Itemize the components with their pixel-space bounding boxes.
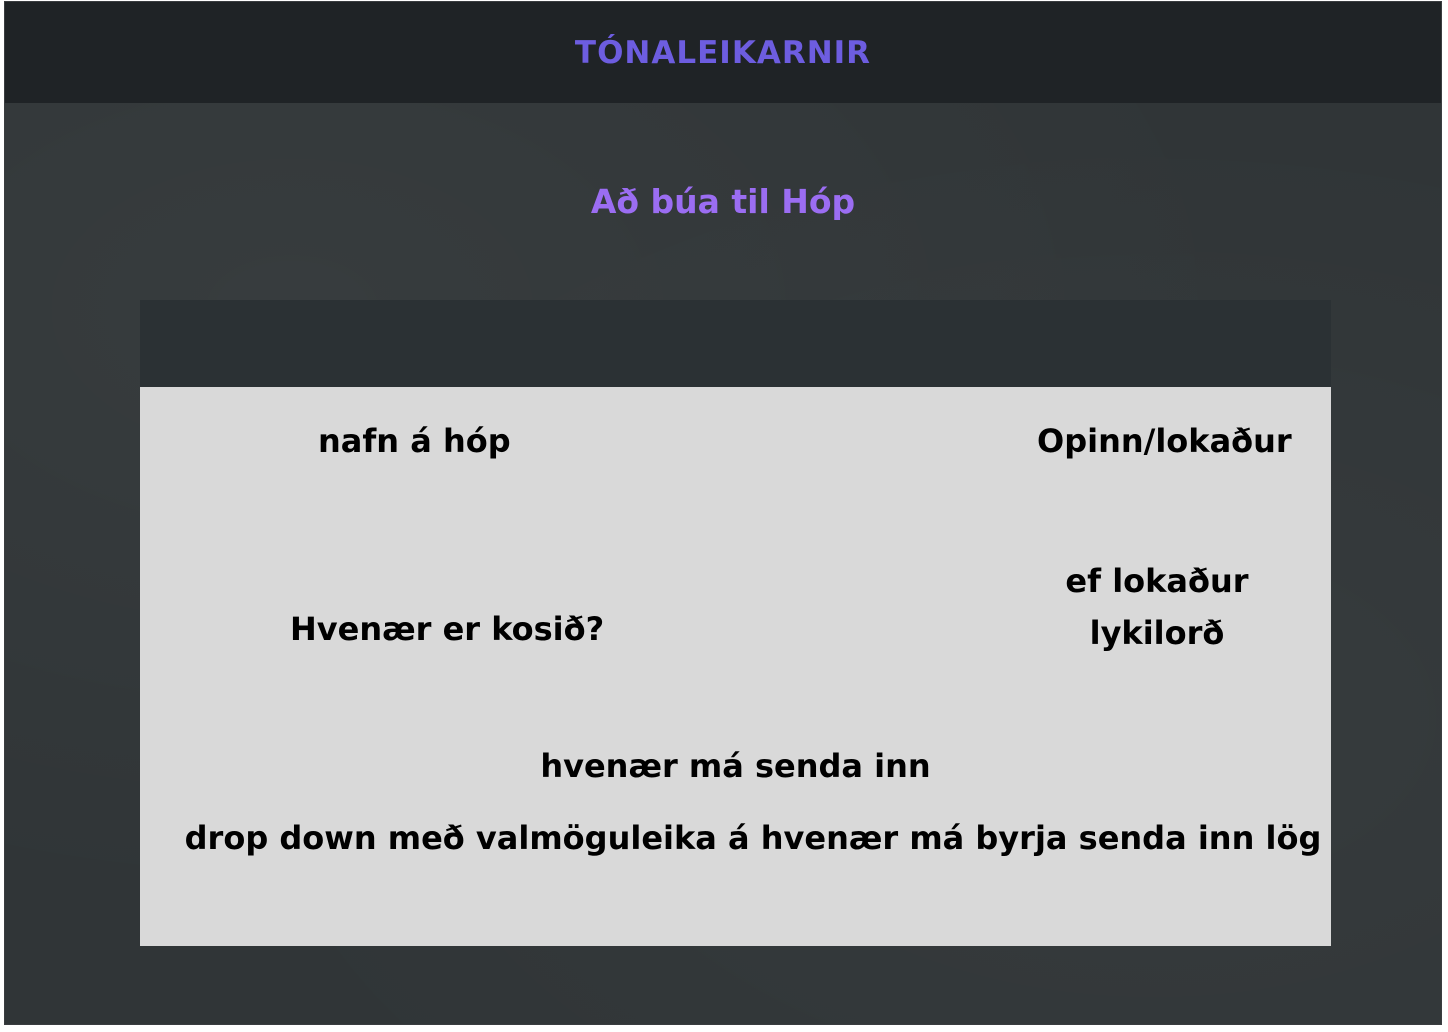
password-label-line1: ef lokaður [1065,562,1249,600]
group-name-field[interactable]: nafn á hóp [318,422,511,460]
open-closed-toggle[interactable]: Opinn/lokaður [1037,422,1292,460]
submit-time-dropdown[interactable]: drop down með valmöguleika á hvenær má b… [140,819,1366,857]
password-field[interactable]: ef lokaður lykilorð [1022,555,1292,659]
app-title[interactable]: TÓNALEIKARNIR [575,35,871,71]
app-frame: TÓNALEIKARNIR Að búa til Hóp nafn á hóp … [4,1,1442,1025]
password-label-line2: lykilorð [1089,614,1225,652]
create-group-form: nafn á hóp Opinn/lokaður ef lokaður lyki… [140,387,1331,946]
page-title: Að búa til Hóp [590,182,856,221]
vote-time-field[interactable]: Hvenær er kosið? [290,610,604,648]
submit-time-label: hvenær má senda inn [540,747,931,785]
header-bar: TÓNALEIKARNIR [5,2,1441,103]
card-header [140,300,1331,387]
